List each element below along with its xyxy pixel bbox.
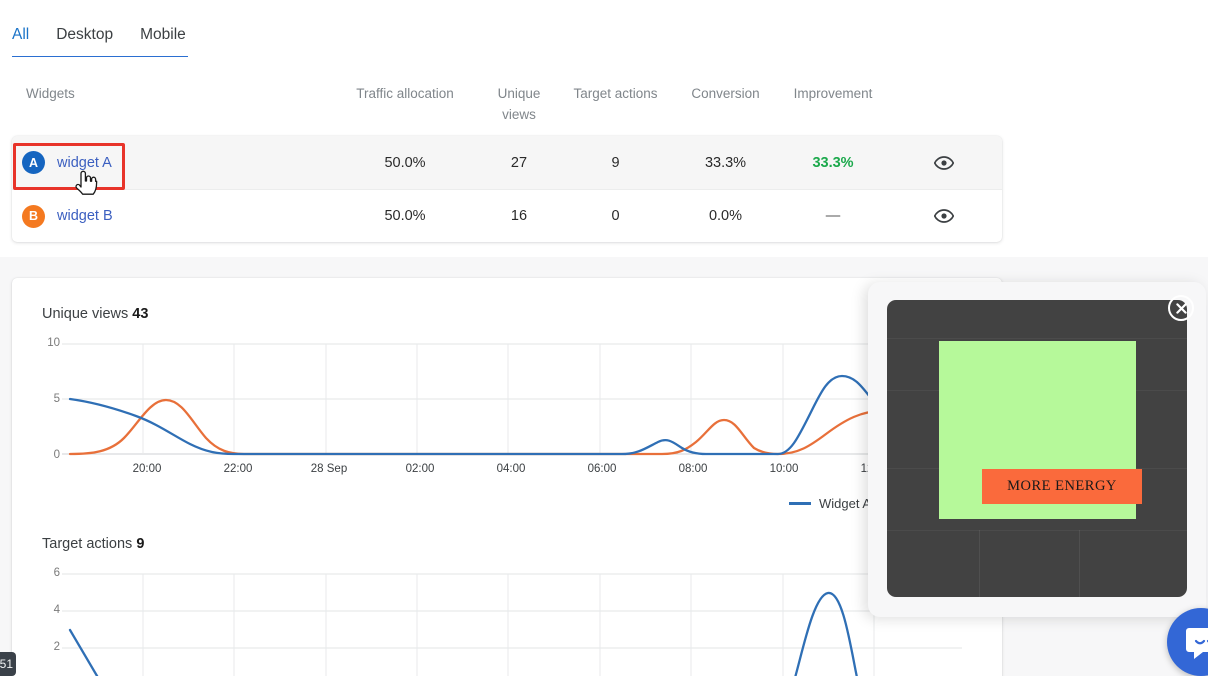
more-energy-cta-button[interactable]: MORE ENERGY <box>982 469 1142 504</box>
chart-tooltip-stub: 51 <box>0 652 16 676</box>
table-row[interactable]: B widget B 50.0% 16 0 0.0% — <box>12 189 1002 242</box>
widget-cell[interactable]: B widget B <box>12 204 330 228</box>
preview-panel: MORE ENERGY <box>939 341 1142 519</box>
backdrop-divider <box>887 530 1187 531</box>
chart-legend[interactable]: Widget A <box>789 496 871 511</box>
cell-improvement: — <box>825 208 841 224</box>
eye-icon <box>934 209 954 223</box>
ytick-0: 0 <box>53 449 60 461</box>
widget-preview-popup: MORE ENERGY <box>868 282 1206 617</box>
widget-cell[interactable]: A widget A <box>12 151 330 174</box>
preview-button-a[interactable] <box>888 155 1000 170</box>
backdrop-divider <box>887 338 1187 339</box>
preview-button-b[interactable] <box>888 209 1000 223</box>
legend-swatch-widget-a <box>789 502 811 505</box>
unique-views-plot <box>62 343 962 456</box>
cell-traffic-allocation: 50.0% <box>384 154 426 171</box>
chart-value-target-actions: 9 <box>136 536 145 552</box>
cell-target-actions: 9 <box>611 154 620 171</box>
xtick-28sep: 28 Sep <box>310 463 348 475</box>
xtick-0400: 04:00 <box>496 463 526 475</box>
xtick-0200: 02:00 <box>405 463 435 475</box>
backdrop-divider <box>1079 530 1080 597</box>
chart-label-target-actions: Target actions <box>42 536 133 552</box>
xtick-2200: 22:00 <box>223 463 253 475</box>
ytick-10: 10 <box>47 337 60 349</box>
cell-unique-views: 16 <box>510 208 528 224</box>
table-row[interactable]: A widget A 50.0% 27 9 33.3% 33.3% <box>12 136 1002 189</box>
xtick-2000: 20:00 <box>132 463 162 475</box>
widget-link-b[interactable]: widget B <box>57 208 113 224</box>
chart-label-unique-views: Unique views <box>42 306 129 322</box>
eye-icon <box>934 155 954 170</box>
column-header-improvement: Improvement <box>793 86 873 101</box>
ytick-5: 5 <box>53 393 60 405</box>
column-header-widgets: Widgets <box>26 86 75 101</box>
xtick-1000: 10:00 <box>769 463 799 475</box>
table-body: A widget A 50.0% 27 9 33.3% 33.3% B widg… <box>12 136 1002 242</box>
chart-title-target-actions: Target actions 9 <box>42 536 144 552</box>
ytick2-2: 2 <box>53 641 60 653</box>
ytick2-6: 6 <box>53 567 60 579</box>
chat-widget-button[interactable] <box>1167 608 1208 676</box>
column-header-conversion: Conversion <box>691 86 760 101</box>
target-actions-plot <box>62 573 962 676</box>
page-root: All Desktop Mobile Widgets Traffic alloc… <box>0 0 1208 676</box>
column-header-unique-views: Unique views <box>497 86 541 122</box>
xtick-0800: 08:00 <box>678 463 708 475</box>
cell-improvement: 33.3% <box>812 154 854 171</box>
chat-icon <box>1186 628 1208 659</box>
close-icon[interactable] <box>1168 295 1194 321</box>
cell-traffic-allocation: 50.0% <box>384 208 426 224</box>
xtick-0600: 06:00 <box>587 463 617 475</box>
charts-card: Unique views 43 10 5 0 20:00 22:00 28 Se… <box>12 278 1002 676</box>
legend-label-widget-a: Widget A <box>819 496 872 511</box>
chart-value-unique-views: 43 <box>132 306 149 322</box>
cell-conversion: 33.3% <box>704 154 747 171</box>
chart-title-unique-views: Unique views 43 <box>42 306 148 322</box>
ytick2-4: 4 <box>53 604 60 616</box>
cell-unique-views: 27 <box>510 154 528 171</box>
cell-target-actions: 0 <box>611 208 620 224</box>
widgets-table: Widgets Traffic allocation Unique views … <box>0 57 1208 257</box>
column-header-traffic-allocation: Traffic allocation <box>356 86 454 101</box>
widget-link-a[interactable]: widget A <box>57 155 112 171</box>
tab-desktop[interactable]: Desktop <box>56 25 113 45</box>
preview-backdrop: MORE ENERGY <box>887 300 1187 597</box>
cell-conversion: 0.0% <box>708 208 743 224</box>
table-header-row: Widgets Traffic allocation Unique views … <box>0 57 1208 122</box>
backdrop-divider <box>979 530 980 597</box>
tab-bar: All Desktop Mobile <box>0 0 1208 57</box>
variant-badge-a: A <box>22 151 45 174</box>
variant-badge-b: B <box>22 204 45 228</box>
close-x-glyph <box>1175 302 1187 314</box>
tab-mobile[interactable]: Mobile <box>140 25 186 45</box>
tab-all[interactable]: All <box>12 25 29 45</box>
column-header-target-actions: Target actions <box>573 86 658 101</box>
